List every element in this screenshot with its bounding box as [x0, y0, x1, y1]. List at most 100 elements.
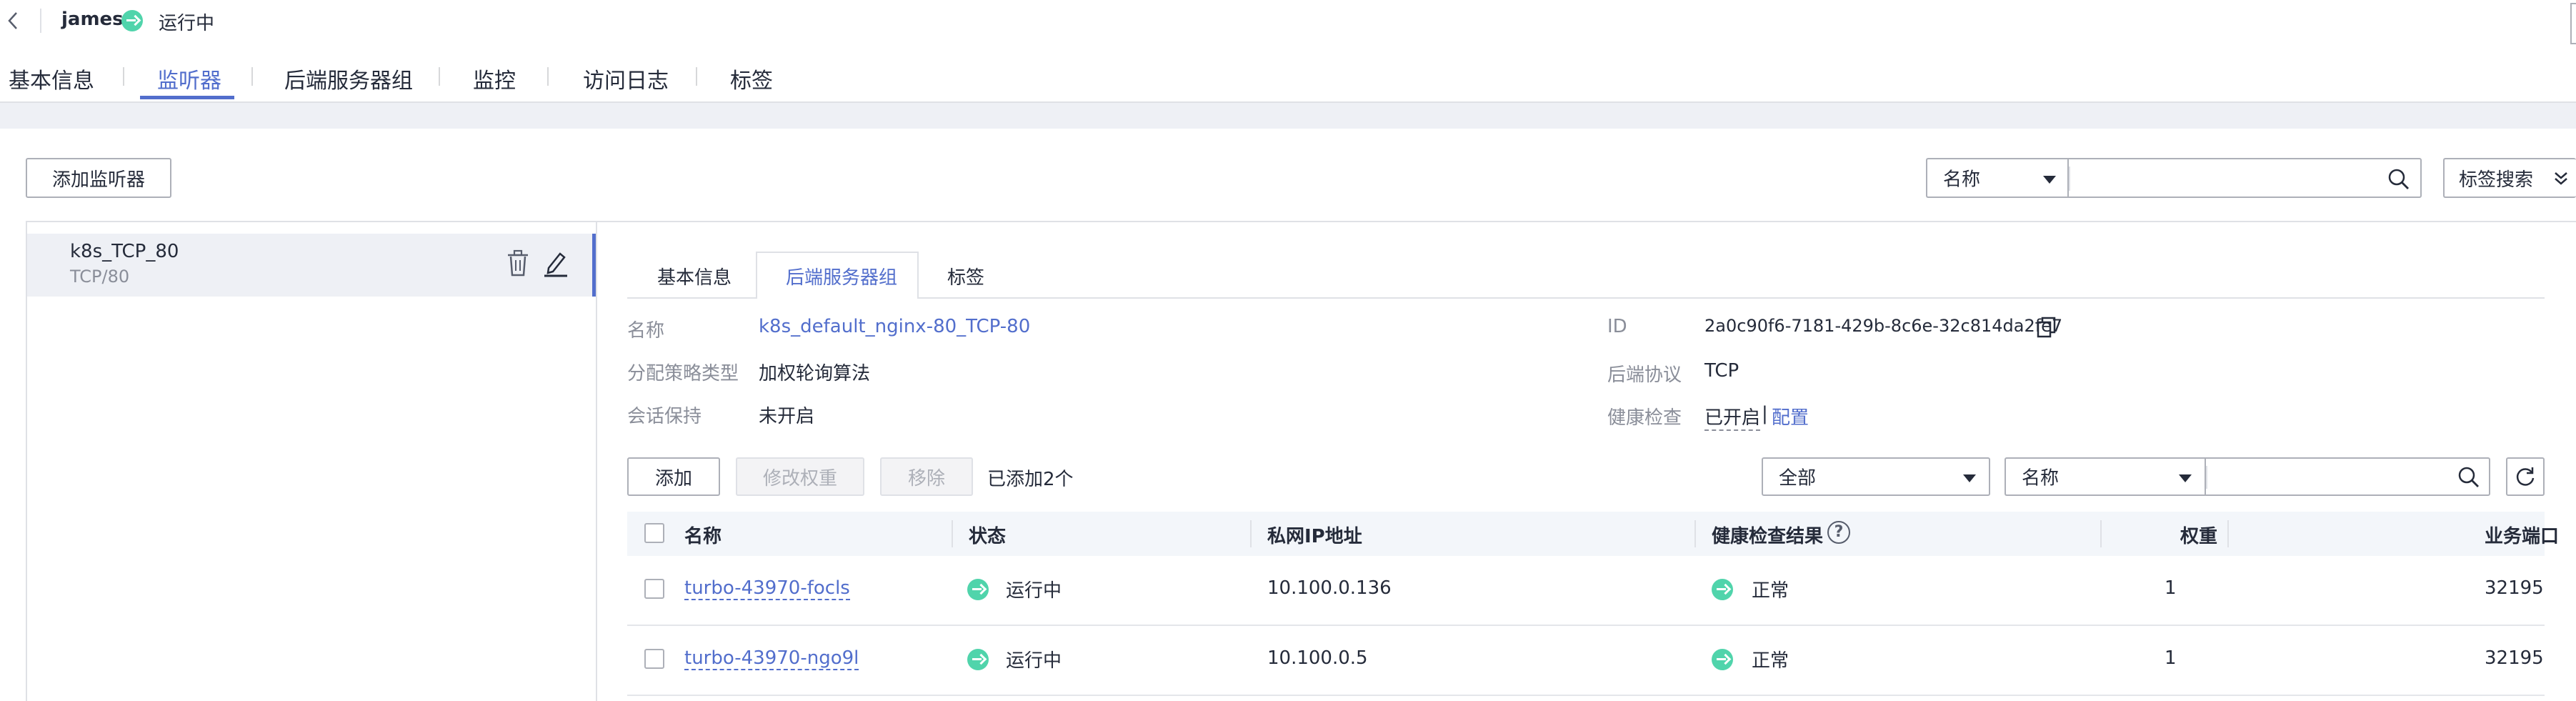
header-divider	[40, 9, 41, 33]
search-input[interactable]	[2067, 158, 2422, 198]
column-header-health-result[interactable]: 健康检查结果	[1712, 522, 1823, 548]
server-port: 32195	[2485, 647, 2544, 669]
server-private-ip: 10.100.0.136	[1267, 577, 1392, 599]
remove-server-button[interactable]: 移除	[880, 457, 973, 496]
chevron-down-icon	[1963, 474, 1976, 482]
added-count: 已添加2个	[987, 469, 1074, 490]
algorithm-value: 加权轮询算法	[759, 363, 871, 384]
detail-tab-tags[interactable]: 标签	[947, 263, 984, 289]
instance-status: 运行中	[159, 13, 215, 34]
row-checkbox[interactable]	[644, 649, 664, 669]
session-value: 未开启	[759, 406, 815, 427]
refresh-icon	[2516, 467, 2535, 486]
edit-icon[interactable]	[543, 249, 569, 283]
status-filter-value: 全部	[1779, 467, 1817, 489]
detail-tab-basic-info[interactable]: 基本信息	[657, 263, 732, 289]
group-name-label: 名称	[627, 320, 665, 342]
detail-tab-backend-group[interactable]: 后端服务器组	[756, 252, 919, 299]
server-name-link[interactable]: turbo-43970-focls	[684, 577, 850, 600]
tab-tags[interactable]: 标签	[730, 63, 773, 94]
row-divider	[627, 695, 2545, 696]
tab-active-indicator	[140, 96, 234, 99]
server-status: 运行中	[1006, 580, 1062, 602]
help-icon[interactable]: ?	[1827, 521, 1850, 544]
search-icon[interactable]	[2457, 466, 2480, 494]
add-listener-button[interactable]: 添加监听器	[26, 158, 171, 198]
search-divider	[2069, 166, 2070, 191]
refresh-button[interactable]	[2506, 457, 2545, 496]
server-search-field-value: 名称	[2022, 467, 2060, 489]
panel-divider	[596, 222, 597, 701]
server-health-result: 正常	[1752, 650, 1789, 672]
running-status-icon	[967, 579, 989, 600]
group-name-link[interactable]: k8s_default_nginx-80_TCP-80	[759, 316, 1030, 337]
instance-name: james	[61, 9, 124, 30]
back-arrow-icon[interactable]	[6, 10, 20, 31]
tag-search-label: 标签搜索	[2459, 169, 2534, 191]
detail-tab-backend-group-label: 后端服务器组	[786, 267, 898, 289]
chevron-down-icon	[2179, 474, 2192, 482]
column-divider	[1250, 520, 1252, 547]
copy-icon[interactable]	[2036, 316, 2057, 344]
session-label: 会话保持	[627, 406, 702, 427]
table-row[interactable]: turbo-43970-ngo9l 运行中 10.100.0.5 正常 1 32…	[627, 626, 2545, 696]
tag-search-button[interactable]: 标签搜索	[2443, 158, 2576, 198]
search-field-value: 名称	[1943, 169, 1981, 191]
column-header-name[interactable]: 名称	[684, 522, 722, 548]
running-status-icon	[967, 649, 989, 670]
running-status-icon	[121, 10, 143, 31]
health-check-value: 已开启	[1704, 403, 1761, 431]
tab-separator	[696, 67, 697, 86]
column-divider	[2100, 520, 2102, 547]
column-header-status[interactable]: 状态	[969, 522, 1006, 548]
add-server-button[interactable]: 添加	[627, 457, 720, 496]
tab-separator	[547, 67, 549, 86]
column-divider	[952, 520, 953, 547]
healthy-status-icon	[1712, 579, 1733, 600]
tab-access-logs[interactable]: 访问日志	[583, 63, 669, 94]
health-check-config-link[interactable]: 配置	[1772, 403, 1809, 429]
server-search-input[interactable]	[2205, 457, 2490, 496]
section-divider-band	[0, 101, 2576, 129]
tab-backend-groups[interactable]: 后端服务器组	[284, 63, 413, 94]
tab-basic-info[interactable]: 基本信息	[9, 63, 94, 94]
tab-separator	[251, 67, 253, 86]
server-name-link[interactable]: turbo-43970-ngo9l	[684, 647, 859, 670]
server-weight: 1	[2165, 647, 2177, 669]
select-all-checkbox[interactable]	[644, 523, 664, 543]
server-status: 运行中	[1006, 650, 1062, 672]
tab-separator	[123, 67, 124, 86]
healthy-status-icon	[1712, 649, 1733, 670]
column-header-port[interactable]: 业务端口	[2485, 522, 2559, 548]
detail-tabs-underline-mask	[757, 296, 917, 300]
health-check-separator: |	[1762, 403, 1768, 424]
delete-icon[interactable]	[506, 249, 530, 283]
protocol-value: TCP	[1704, 360, 1739, 382]
listener-protocol-port: TCP/80	[70, 267, 130, 287]
search-icon[interactable]	[2387, 168, 2410, 196]
health-check-label: 健康检查	[1607, 407, 1682, 429]
id-value: 2a0c90f6-7181-429b-8c6e-32c814da2fe7	[1704, 316, 2063, 336]
chevron-down-icon	[2043, 176, 2056, 184]
double-chevron-down-icon	[2553, 169, 2569, 193]
search-field-select[interactable]: 名称	[1926, 158, 2067, 198]
column-divider	[1694, 520, 1696, 547]
listener-item[interactable]: k8s_TCP_80 TCP/80	[27, 234, 594, 297]
modify-weight-button[interactable]: 修改权重	[736, 457, 864, 496]
table-row[interactable]: turbo-43970-focls 运行中 10.100.0.136 正常 1 …	[627, 556, 2545, 626]
column-header-private-ip[interactable]: 私网IP地址	[1267, 522, 1362, 548]
tab-monitoring[interactable]: 监控	[473, 63, 516, 94]
column-header-weight[interactable]: 权重	[2180, 522, 2217, 548]
row-checkbox[interactable]	[644, 579, 664, 599]
tab-listeners[interactable]: 监听器	[157, 63, 221, 94]
table-header	[627, 512, 2545, 556]
status-filter-select[interactable]: 全部	[1762, 457, 1990, 496]
id-label: ID	[1607, 316, 1627, 337]
tab-separator	[439, 67, 440, 86]
protocol-label: 后端协议	[1607, 364, 1682, 386]
search-divider	[2206, 466, 2207, 489]
column-divider	[2227, 520, 2229, 547]
server-weight: 1	[2165, 577, 2177, 599]
listener-name: k8s_TCP_80	[70, 241, 179, 262]
server-search-field-select[interactable]: 名称	[2005, 457, 2205, 496]
